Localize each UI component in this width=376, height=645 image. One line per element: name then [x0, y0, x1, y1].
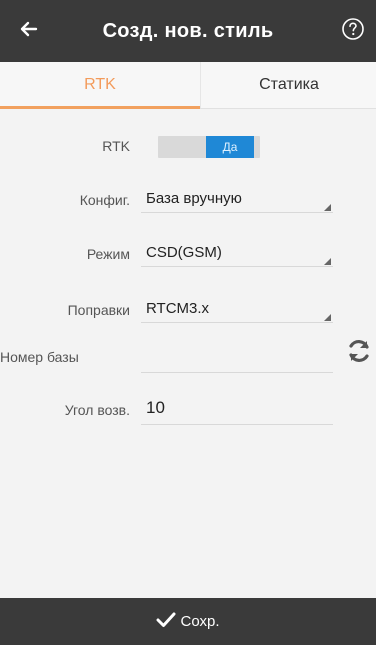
refresh-button[interactable]: [344, 338, 374, 368]
corrections-underline: [141, 322, 333, 323]
rtk-toggle-on-state: Да: [206, 136, 254, 158]
refresh-icon: [345, 337, 373, 370]
tab-bar: RTK Статика: [0, 62, 376, 109]
bottom-bar: Сохр.: [0, 598, 376, 645]
mode-label: Режим: [86, 246, 130, 262]
help-button[interactable]: [340, 17, 366, 46]
corrections-label: Поправки: [67, 302, 130, 318]
elevation-label: Угол возв.: [64, 402, 130, 418]
mode-dropdown-value[interactable]: CSD(GSM): [146, 244, 222, 261]
tab-rtk-label: RTK: [84, 76, 116, 93]
base-number-underline: [141, 372, 333, 373]
tab-static[interactable]: Статика: [200, 62, 376, 108]
dropdown-arrow-icon[interactable]: [324, 314, 331, 321]
corrections-dropdown-value[interactable]: RTCM3.x: [146, 300, 209, 317]
config-dropdown-value[interactable]: База вручную: [146, 190, 242, 207]
save-label: Сохр.: [180, 613, 220, 630]
page-title: Созд. нов. стиль: [102, 20, 274, 42]
config-label: Конфиг.: [79, 192, 130, 208]
tab-rtk[interactable]: RTK: [0, 62, 200, 109]
checkmark-icon: [156, 611, 176, 633]
dropdown-arrow-icon[interactable]: [324, 204, 331, 211]
top-bar: Созд. нов. стиль: [0, 0, 376, 62]
save-button[interactable]: Сохр.: [156, 611, 220, 633]
base-number-input[interactable]: [146, 348, 332, 370]
base-number-label: Номер базы: [0, 349, 79, 365]
mode-underline: [141, 266, 333, 267]
form-content: RTK Да Конфиг. База вручную Режим CSD(GS…: [0, 108, 376, 598]
question-circle-icon: [341, 17, 365, 46]
tab-static-label: Статика: [259, 76, 319, 93]
elevation-underline: [141, 424, 333, 425]
dropdown-arrow-icon[interactable]: [324, 258, 331, 265]
rtk-toggle[interactable]: Да: [158, 136, 260, 158]
rtk-label: RTK: [102, 138, 130, 154]
elevation-input[interactable]: 10: [146, 398, 165, 418]
config-underline: [141, 212, 333, 213]
